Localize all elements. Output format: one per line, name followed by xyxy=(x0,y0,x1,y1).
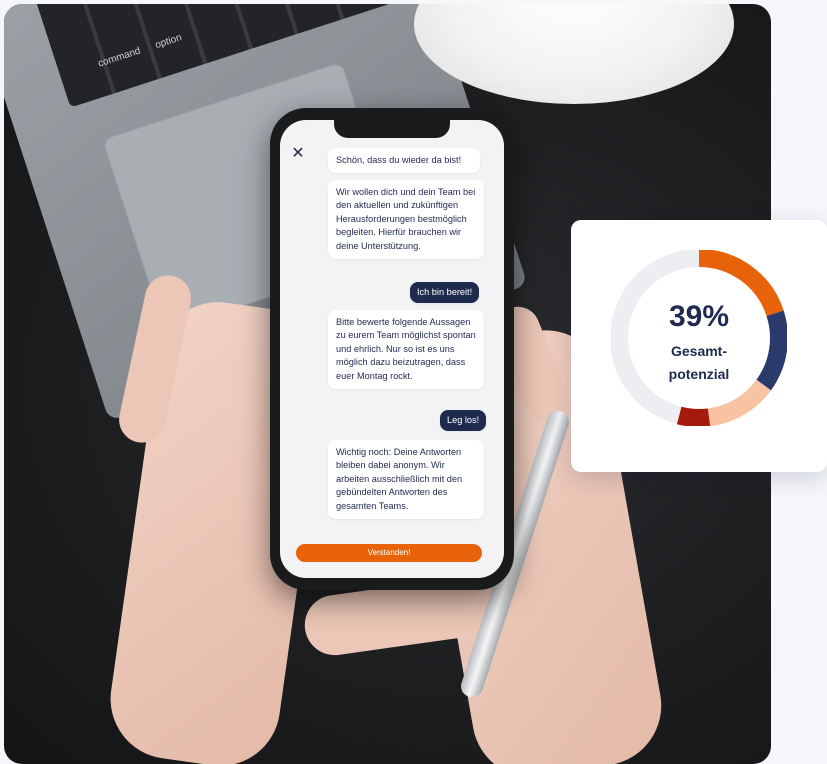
close-icon[interactable]: ✕ xyxy=(290,146,306,162)
chat-bubble-user: Leg los! xyxy=(440,410,487,432)
donut-segment-2 xyxy=(707,379,771,426)
potential-label-line2: potenzial xyxy=(668,366,730,382)
potential-percent: 39% xyxy=(668,300,730,333)
potential-donut-chart xyxy=(611,250,787,426)
phone-screen: ✕ Schön, dass du wieder da bist! Wir wol… xyxy=(280,120,504,578)
chat-bubble-bot: Schön, dass du wieder da bist! xyxy=(328,148,480,174)
donut-segment-4 xyxy=(611,250,700,425)
chat-bubble-bot: Bitte bewerte folgende Aussagen zu eurem… xyxy=(328,310,484,390)
smartphone: ✕ Schön, dass du wieder da bist! Wir wol… xyxy=(270,108,514,590)
potential-label: Gesamt- potenzial xyxy=(571,340,827,386)
key-label-command: command xyxy=(96,45,142,70)
potential-card: 39% Gesamt- potenzial xyxy=(571,220,827,472)
potential-label-line1: Gesamt- xyxy=(670,343,728,359)
chat-bubble-bot: Wir wollen dich und dein Team bei den ak… xyxy=(328,180,484,260)
chat-bubble-user: Ich bin bereit! xyxy=(410,282,480,304)
chat-bubble-bot: Wichtig noch: Deine Antworten bleiben da… xyxy=(328,440,484,520)
phone-notch xyxy=(334,120,450,138)
understood-button[interactable]: Verstanden! xyxy=(296,544,482,562)
laptop-keyboard: command option xyxy=(24,4,413,108)
key-label-option: option xyxy=(153,32,184,52)
donut-segment-3 xyxy=(676,406,711,426)
